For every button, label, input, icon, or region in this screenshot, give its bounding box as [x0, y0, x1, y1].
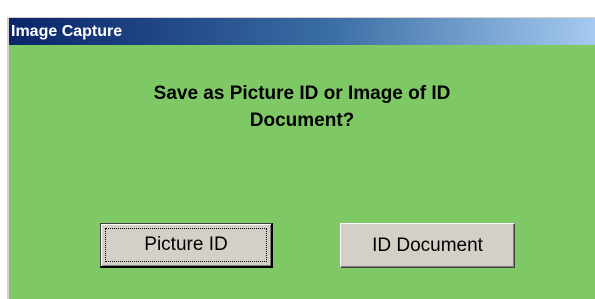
picture-id-button[interactable]: Picture ID: [100, 223, 273, 268]
id-document-button[interactable]: ID Document: [340, 223, 515, 268]
picture-id-button-label: Picture ID: [144, 234, 228, 255]
prompt-line-2: Document?: [249, 110, 355, 131]
id-document-button-label: ID Document: [372, 234, 483, 256]
prompt-line-1: Save as Picture ID or Image of ID: [153, 83, 451, 104]
title-bar[interactable]: Image Capture: [9, 18, 595, 45]
save-prompt-message: Save as Picture ID or Image of ID Docume…: [9, 80, 595, 134]
window-title: Image Capture: [11, 22, 123, 40]
image-capture-dialog: Image Capture Save as Picture ID or Imag…: [7, 17, 595, 299]
